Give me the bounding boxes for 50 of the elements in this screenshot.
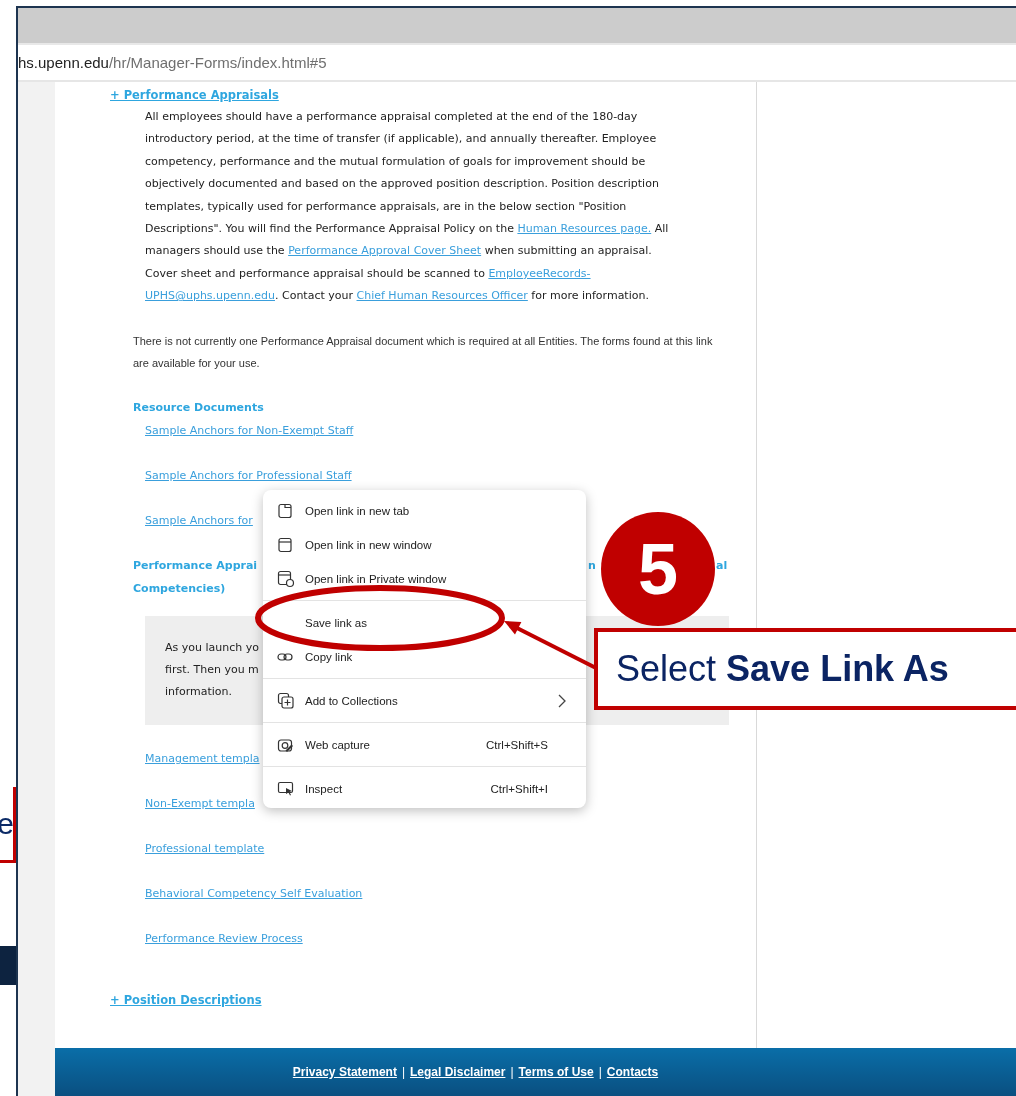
footer-link[interactable]: Privacy Statement [292, 1065, 397, 1079]
callout-bar [0, 946, 16, 985]
section-link[interactable]: + Position Descriptions [110, 990, 262, 1009]
inline-link[interactable]: UPHS@uphs.upenn.edu [145, 289, 275, 303]
section-link[interactable]: + Performance Appraisals [110, 86, 279, 104]
inline-link[interactable]: EmployeeRecords- [488, 266, 591, 280]
callout-text: Select Save Link As [616, 648, 949, 690]
collections-icon [277, 692, 295, 710]
template-link[interactable]: Performance Review Process [145, 927, 303, 950]
subheading-fragment: Performance Apprai [133, 558, 258, 572]
menu-item[interactable]: Save link as [263, 606, 586, 640]
private-window-icon [277, 570, 295, 588]
inline-link[interactable]: Human Resources page. [517, 222, 652, 236]
subheading-fragment: Competencies) [133, 581, 226, 595]
document-link[interactable]: Sample Anchors for [145, 510, 253, 533]
info-text: As you launch yo [165, 639, 259, 656]
footer-separator: | [510, 1065, 514, 1079]
chevron-right-icon [558, 694, 566, 708]
menu-item[interactable]: Inspect Ctrl+Shift+I [263, 772, 586, 806]
menu-item[interactable]: Open link in Private window [263, 562, 586, 601]
menu-item[interactable]: Copy link [263, 640, 586, 679]
subheading-fragment: al [716, 557, 728, 574]
footer-link[interactable]: Contacts [606, 1065, 659, 1079]
footer-link[interactable]: Legal Disclaimer [410, 1065, 506, 1079]
inline-link[interactable]: Performance Approval Cover Sheet [288, 244, 482, 258]
menu-item[interactable]: Add to Collections [263, 684, 586, 723]
footer-separator: | [598, 1065, 602, 1079]
note-text: There is not currently one Performance Appraisal document which is required at all Entities. The forms found at this link are available for your use. [133, 333, 714, 372]
template-link[interactable]: Behavioral Competency Self Evaluation [145, 882, 363, 905]
paragraph: All employees should have a performance appraisal completed at the end of the 180-day introductory period, at the time of transfer (if applicable), and annually thereafter. Employee competency, performance and the mutual formulation of goals for improvement should be objectively documented and based on the approved position description. Position description templates, typically used for performance appraisals, are in the below section "Position Descriptions". You will find the Performance Appraisal Policy on the Human Resources page. All managers should use the Performance Approval Cover Sheet when submitting an appraisal. Cover sheet and performance appraisal should be scanned to EmployeeRecords- UPHS@uphs.upenn.edu. Contact your Chief Human Resources Officer for more information. [145, 109, 670, 305]
subheading-fragment: n [588, 557, 596, 574]
footer-link[interactable]: Terms of Use [518, 1065, 594, 1079]
subheading: Resource Documents [133, 400, 264, 417]
camera-pen-icon [277, 736, 295, 754]
footer-separator: | [401, 1065, 406, 1079]
inspect-icon [277, 780, 295, 798]
info-text: first. Then you m [165, 661, 259, 678]
document-link[interactable]: Sample Anchors for Professional Staff [145, 465, 352, 488]
window-icon [277, 537, 293, 553]
tab-icon [277, 503, 293, 519]
template-link[interactable]: Non-Exempt templa [145, 792, 255, 815]
step-badge: 5 [601, 512, 715, 626]
menu-item[interactable]: Web capture Ctrl+Shift+S [263, 728, 586, 767]
template-link[interactable]: Professional template [145, 837, 265, 860]
template-link[interactable]: Management templa [145, 747, 260, 770]
info-text: information. [165, 683, 232, 700]
document-link[interactable]: Sample Anchors for Non-Exempt Staff [145, 420, 354, 443]
menu-item[interactable]: Open link in new tab [263, 494, 586, 528]
menu-item[interactable]: Open link in new window [263, 528, 586, 562]
inline-link[interactable]: Chief Human Resources Officer [356, 289, 528, 303]
